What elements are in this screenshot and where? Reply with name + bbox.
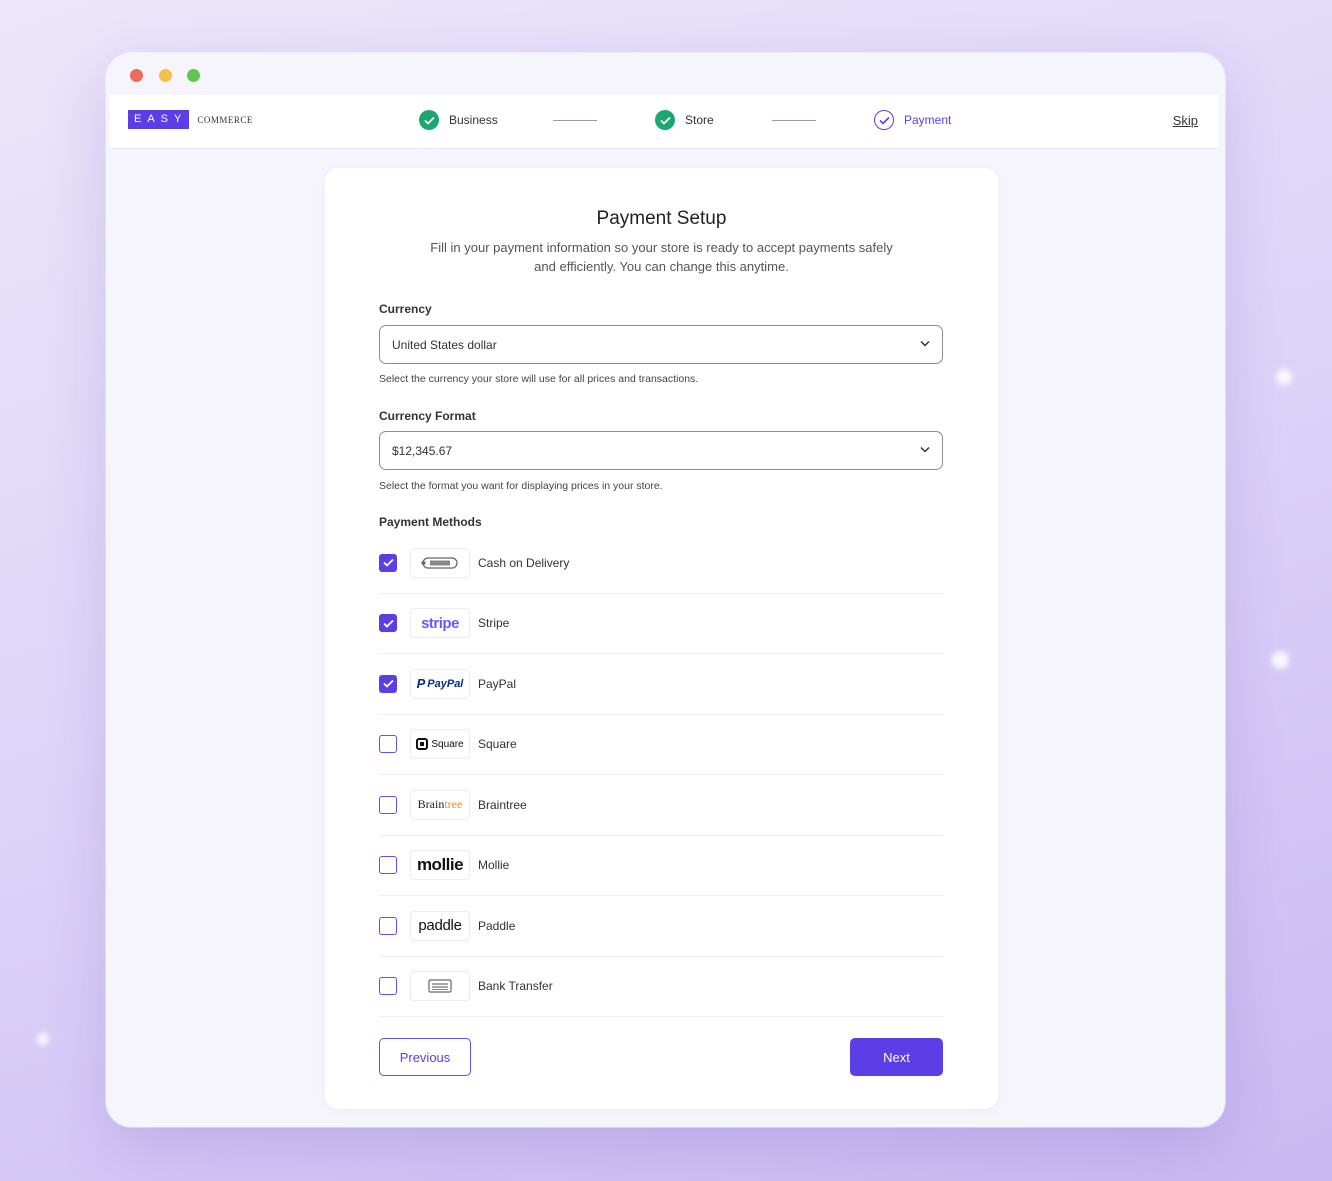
previous-button[interactable]: Previous (379, 1038, 471, 1076)
minimize-window-button[interactable] (159, 69, 172, 82)
payment-method-name: Paddle (478, 918, 516, 933)
payment-methods-label: Payment Methods (379, 515, 482, 529)
step-label: Store (685, 113, 714, 127)
currency-value: United States dollar (392, 338, 497, 352)
payment-method-name: Braintree (478, 797, 527, 812)
next-button[interactable]: Next (850, 1038, 943, 1076)
check-circle-icon (655, 110, 675, 130)
maximize-window-button[interactable] (187, 69, 200, 82)
paypal-logo: P PayPal (410, 668, 470, 699)
step-connector (553, 120, 597, 121)
braintree-logo: Braintree (410, 789, 470, 820)
browser-window: EASY COMMERCE Business Store Payment Ski… (106, 53, 1225, 1127)
currency-select[interactable]: United States dollar (379, 325, 943, 364)
payment-method-cash-on-delivery[interactable]: Cash on Delivery (379, 533, 943, 594)
step-business: Business (419, 110, 498, 130)
background-sparkle (37, 1033, 49, 1045)
close-window-button[interactable] (130, 69, 143, 82)
check-circle-icon (419, 110, 439, 130)
currency-format-value: $12,345.67 (392, 444, 453, 458)
checkbox[interactable] (379, 916, 397, 935)
payment-method-paypal[interactable]: P PayPal PayPal (379, 654, 943, 715)
step-label: Payment (904, 113, 952, 127)
payment-method-name: Square (478, 737, 517, 752)
checkbox[interactable] (379, 795, 397, 814)
payment-method-paddle[interactable]: paddle Paddle (379, 896, 943, 957)
logo[interactable]: EASY COMMERCE (128, 110, 253, 129)
currency-format-label: Currency Format (379, 409, 476, 423)
square-logo: Square (410, 729, 470, 760)
chevron-down-icon (920, 340, 930, 347)
checkbox[interactable] (379, 674, 397, 693)
currency-format-select[interactable]: $12,345.67 (379, 431, 943, 470)
page-subtitle: Fill in your payment information so your… (430, 240, 893, 274)
step-label: Business (449, 113, 498, 127)
currency-format-help: Select the format you want for displayin… (379, 480, 663, 492)
payment-method-braintree[interactable]: Braintree Braintree (379, 775, 943, 836)
checkbox[interactable] (379, 856, 397, 875)
payment-methods-list: Cash on Delivery stripe Stripe P PayPal … (379, 533, 943, 1017)
checkbox[interactable] (379, 614, 397, 633)
bank-icon (410, 971, 470, 1002)
check-circle-outline-icon (874, 110, 894, 130)
cash-icon (410, 547, 470, 578)
payment-method-name: Cash on Delivery (478, 555, 570, 570)
payment-method-name: Mollie (478, 858, 510, 873)
chevron-down-icon (920, 446, 930, 453)
payment-setup-card: Payment Setup Fill in your payment infor… (325, 168, 998, 1109)
logo-subtext: COMMERCE (197, 114, 253, 125)
checkbox[interactable] (379, 735, 397, 754)
app-header: EASY COMMERCE Business Store Payment Ski… (110, 95, 1218, 149)
window-titlebar (106, 53, 1225, 95)
payment-method-name: Stripe (478, 616, 510, 631)
paddle-logo: paddle (410, 910, 470, 941)
logo-mark: EASY (128, 110, 190, 129)
checkbox[interactable] (379, 977, 397, 996)
payment-method-square[interactable]: Square Square (379, 715, 943, 775)
stripe-logo: stripe (410, 608, 470, 639)
background-sparkle (1271, 651, 1289, 669)
step-payment: Payment (874, 110, 951, 130)
step-connector (772, 120, 816, 121)
page-title: Payment Setup (596, 208, 727, 229)
payment-method-name: Bank Transfer (478, 979, 553, 994)
payment-method-stripe[interactable]: stripe Stripe (379, 594, 943, 654)
mollie-logo: mollie (410, 850, 470, 881)
currency-label: Currency (379, 302, 432, 316)
payment-method-name: PayPal (478, 676, 517, 691)
payment-method-bank-transfer[interactable]: Bank Transfer (379, 957, 943, 1017)
background-sparkle (1276, 369, 1292, 385)
skip-link[interactable]: Skip (1173, 113, 1198, 128)
checkbox[interactable] (379, 553, 397, 572)
step-store: Store (655, 110, 714, 130)
currency-help: Select the currency your store will use … (379, 373, 699, 385)
payment-method-mollie[interactable]: mollie Mollie (379, 836, 943, 896)
